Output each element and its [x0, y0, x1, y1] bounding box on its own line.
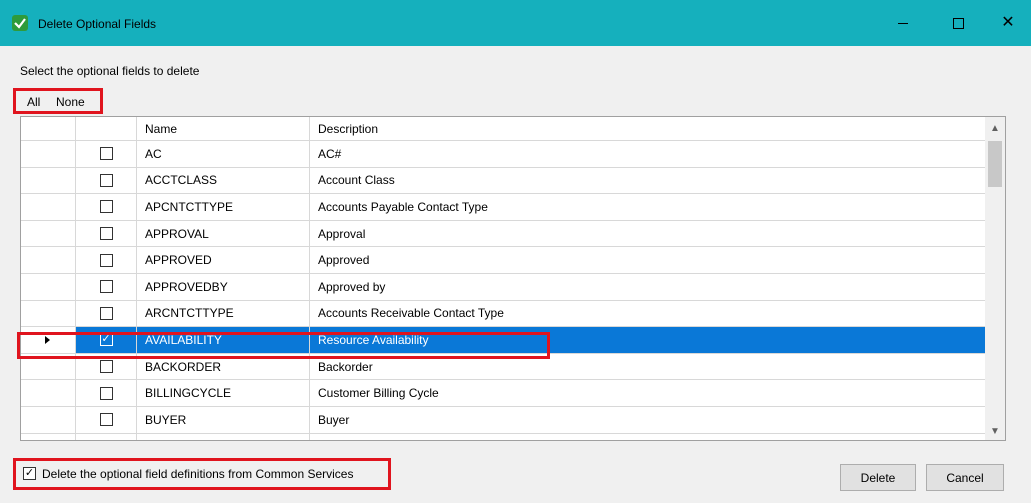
row-checkbox[interactable] — [99, 173, 113, 187]
checkmark-icon: ✓ — [24, 467, 35, 479]
row-name[interactable]: APCNTCTTYPE — [137, 194, 310, 220]
select-all-link[interactable]: All — [27, 95, 40, 109]
header-name[interactable]: Name — [137, 117, 310, 141]
instruction-text: Select the optional fields to delete — [20, 64, 200, 78]
app-icon — [12, 15, 28, 31]
row-description[interactable]: Approved — [310, 247, 985, 273]
row-description[interactable]: Approval — [310, 221, 985, 247]
table-row[interactable]: ARCNTCTTYPE Accounts Receivable Contact T… — [21, 300, 985, 328]
delete-button[interactable]: Delete — [840, 464, 916, 491]
row-name[interactable]: APPROVEDBY — [137, 274, 310, 300]
title-bar: Delete Optional Fields ✕ — [0, 0, 1031, 46]
row-description[interactable]: Approved by — [310, 274, 985, 300]
scroll-up-icon[interactable]: ▲ — [985, 119, 1005, 137]
optional-fields-grid[interactable]: Name Description AC AC# ACCTCLASS Account C… — [20, 116, 1006, 441]
table-row[interactable]: APPROVAL Approval — [21, 220, 985, 248]
row-checkbox-cell — [76, 141, 137, 167]
row-checkbox-cell — [76, 380, 137, 406]
minimize-button[interactable] — [880, 0, 926, 46]
row-name[interactable]: APPROVED — [137, 247, 310, 273]
row-selector[interactable] — [21, 194, 76, 220]
cancel-button-label: Cancel — [946, 470, 984, 485]
row-name[interactable]: APPROVAL — [137, 220, 310, 247]
table-row[interactable]: BUYER Buyer — [21, 407, 985, 434]
close-icon: ✕ — [1001, 14, 1015, 31]
common-services-label[interactable]: Delete the optional field definitions fr… — [42, 467, 353, 481]
table-row[interactable]: ACCTCLASS Account Class — [21, 167, 985, 195]
partial-row-cell — [21, 433, 76, 440]
select-none-link[interactable]: None — [56, 95, 85, 109]
row-description[interactable]: Account Class — [310, 168, 985, 194]
close-button[interactable]: ✕ — [985, 0, 1031, 46]
partial-row-cell — [76, 433, 137, 440]
row-selector[interactable] — [21, 274, 76, 300]
partial-row-cell — [310, 434, 985, 440]
maximize-button[interactable] — [935, 0, 981, 46]
row-name[interactable]: ACCTCLASS — [137, 167, 310, 194]
row-checkbox[interactable] — [99, 386, 113, 400]
maximize-icon — [952, 17, 964, 29]
row-checkbox[interactable] — [99, 147, 113, 161]
row-description[interactable]: Buyer — [310, 407, 985, 433]
row-selector[interactable] — [21, 300, 76, 327]
row-checkbox-cell — [76, 220, 137, 247]
row-name[interactable]: AC — [137, 141, 310, 167]
window-title: Delete Optional Fields — [38, 17, 157, 31]
grid-header: Name Description — [21, 117, 985, 141]
row-description[interactable]: Accounts Receivable Contact Type — [310, 301, 985, 327]
vertical-scrollbar[interactable]: ▲ ▼ — [985, 117, 1005, 440]
scroll-down-icon[interactable]: ▼ — [985, 422, 1005, 440]
row-name[interactable]: BILLINGCYCLE — [137, 380, 310, 406]
row-checkbox[interactable] — [99, 227, 113, 241]
table-row[interactable]: BILLINGCYCLE Customer Billing Cycle — [21, 380, 985, 407]
scroll-thumb[interactable] — [988, 141, 1002, 187]
table-row[interactable]: APPROVED Approved — [21, 247, 985, 274]
row-checkbox-cell — [76, 167, 137, 194]
row-checkbox[interactable] — [99, 280, 113, 294]
row-selector[interactable] — [21, 247, 76, 273]
cancel-button[interactable]: Cancel — [926, 464, 1004, 491]
header-row-selector — [21, 117, 76, 141]
row-description[interactable]: Accounts Payable Contact Type — [310, 194, 985, 220]
row-description[interactable]: Customer Billing Cycle — [310, 380, 985, 406]
row-checkbox-cell — [76, 247, 137, 273]
row-checkbox[interactable] — [99, 413, 113, 427]
row-checkbox[interactable] — [99, 360, 113, 374]
row-checkbox-cell — [76, 407, 137, 433]
row-description[interactable]: AC# — [310, 141, 985, 167]
partial-row-cell — [137, 433, 310, 440]
row-checkbox-cell — [76, 194, 137, 220]
common-services-checkbox[interactable]: ✓ — [23, 467, 36, 480]
row-selector[interactable] — [21, 141, 76, 167]
row-checkbox[interactable] — [99, 200, 113, 214]
row-selector[interactable] — [21, 220, 76, 247]
delete-button-label: Delete — [860, 470, 896, 485]
row-checkbox-cell — [76, 274, 137, 300]
row-checkbox[interactable] — [99, 253, 113, 267]
row-checkbox-cell — [76, 300, 137, 327]
row-name[interactable]: ARCNTCTTYPE — [137, 300, 310, 327]
minimize-icon — [898, 22, 908, 24]
selected-row-highlight-box — [17, 332, 550, 359]
row-selector[interactable] — [21, 407, 76, 433]
partial-table-row — [21, 433, 985, 440]
row-selector[interactable] — [21, 380, 76, 406]
header-description[interactable]: Description — [310, 117, 985, 141]
table-row[interactable]: APCNTCTTYPE Accounts Payable Contact Type — [21, 194, 985, 221]
row-selector[interactable] — [21, 167, 76, 194]
header-checkbox-column — [76, 117, 137, 141]
row-name[interactable]: BUYER — [137, 407, 310, 433]
row-checkbox[interactable] — [99, 306, 113, 320]
table-row[interactable]: APPROVEDBY Approved by — [21, 274, 985, 301]
table-row[interactable]: AC AC# — [21, 141, 985, 168]
